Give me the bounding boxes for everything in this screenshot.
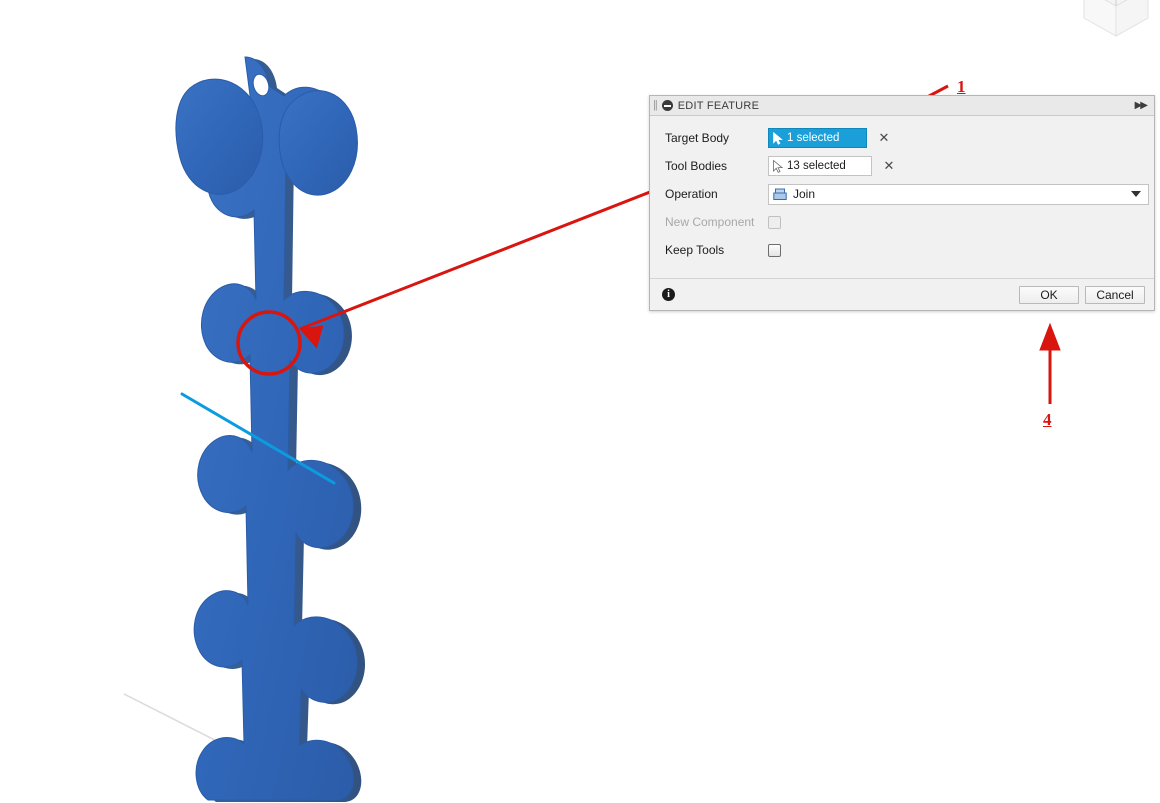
keep-tools-label: Keep Tools [665,243,725,257]
tool-bodies-clear-x[interactable]: ✕ [881,158,897,174]
dialog-titlebar[interactable]: || EDIT FEATURE ▶▶ [650,96,1154,116]
double-chevron-right-icon[interactable]: ▶▶ [1135,100,1150,111]
target-body-label: Target Body [665,131,730,145]
info-icon[interactable]: i [662,288,675,301]
callout-circle [236,310,302,376]
model-body-face[interactable] [175,56,358,801]
tool-bodies-selection-field[interactable]: 13 selected [768,156,872,176]
annotation-label-1: 1 [957,77,966,96]
highlighted-edge [180,392,336,485]
tool-bodies-label: Tool Bodies [665,159,728,173]
join-icon [773,188,787,200]
new-component-checkbox [768,215,781,229]
row-operation: Operation Join [650,180,1154,208]
cancel-button[interactable]: Cancel [1085,285,1145,304]
dialog-title: EDIT FEATURE [677,99,760,112]
view-cube[interactable] [1072,0,1160,46]
operation-dropdown[interactable]: Join [768,183,1149,205]
target-body-clear-x[interactable]: ✕ [876,130,892,146]
operation-value: Join [793,187,816,201]
dialog-footer: i OK Cancel [650,278,1154,310]
model-hole [252,73,270,97]
tool-bodies-selection-value: 13 selected [787,160,846,172]
row-tool-bodies: Tool Bodies 13 selected ✕ [650,152,1154,180]
cursor-arrow-icon [773,131,783,145]
footer-button-group: OK Cancel [1019,285,1145,304]
model-extrusion-side [202,59,366,802]
annotation-label-4: 4 [1043,410,1052,429]
dialog-body: Target Body 1 selected ✕ Tool Bodies 13 … [650,116,1154,278]
edit-feature-dialog[interactable]: || EDIT FEATURE ▶▶ Target Body 1 selecte… [649,95,1155,311]
keep-tools-checkbox[interactable] [768,243,781,257]
ground-construction-line [123,693,334,801]
new-component-label: New Component [665,215,755,229]
row-keep-tools: Keep Tools [650,236,1154,264]
cursor-arrow-icon [773,159,783,173]
row-new-component: New Component [650,208,1154,236]
target-body-selection-value: 1 selected [787,132,840,144]
view-cube-icon [1083,0,1149,37]
ok-button[interactable]: OK [1019,285,1079,304]
operation-label: Operation [665,187,718,201]
target-body-selection-field[interactable]: 1 selected [768,128,867,148]
drag-grip-icon[interactable]: || [653,99,658,112]
minus-circle-icon[interactable] [661,100,673,111]
row-target-body: Target Body 1 selected ✕ [650,124,1154,152]
chevron-down-icon[interactable] [1131,191,1141,197]
annotation-arrow-4 [1039,322,1061,404]
